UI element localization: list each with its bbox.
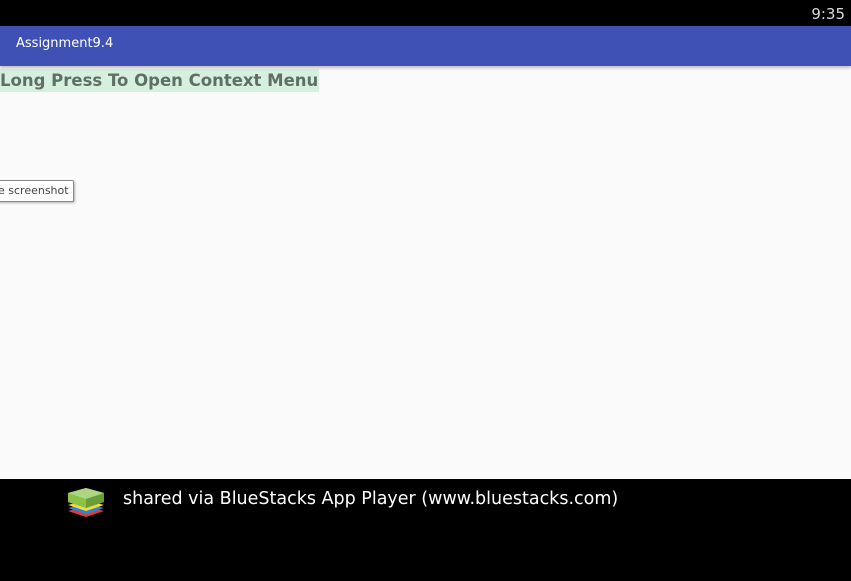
bluestacks-logo-icon (68, 488, 104, 517)
main-content: Long Press To Open Context Menu e screen… (0, 66, 851, 479)
screen: 9:35 Assignment9.4 Long Press To Open Co… (0, 0, 851, 581)
status-bar: 9:35 (0, 0, 851, 26)
app-title: Assignment9.4 (16, 36, 114, 51)
status-time: 9:35 (811, 5, 845, 23)
screenshot-tooltip: e screenshot (0, 180, 74, 202)
footer-text: shared via BlueStacks App Player (www.bl… (123, 489, 619, 509)
bluestacks-footer: shared via BlueStacks App Player (www.bl… (0, 479, 851, 581)
app-bar: Assignment9.4 (0, 26, 851, 66)
long-press-text[interactable]: Long Press To Open Context Menu (0, 69, 320, 92)
